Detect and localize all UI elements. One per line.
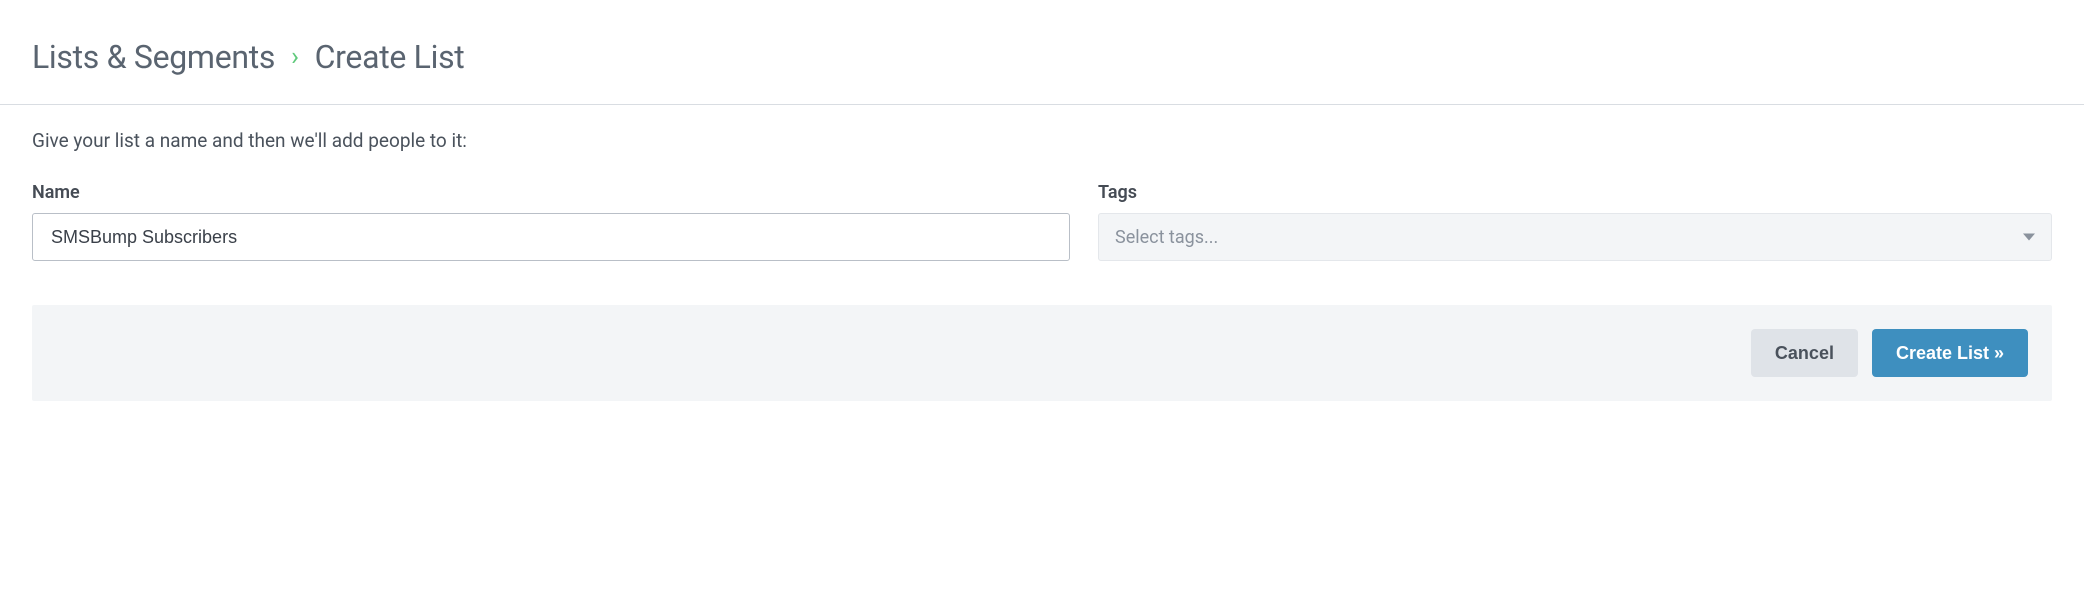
caret-down-icon (2023, 234, 2035, 241)
tags-placeholder: Select tags... (1115, 227, 1218, 248)
breadcrumb-parent-link[interactable]: Lists & Segments (32, 38, 275, 76)
chevron-right-icon: › (291, 44, 299, 70)
name-input[interactable] (32, 213, 1070, 261)
tags-label: Tags (1098, 182, 2052, 203)
breadcrumb-current: Create List (315, 38, 465, 76)
content-area: Give your list a name and then we'll add… (0, 105, 2084, 261)
tags-select[interactable]: Select tags... (1098, 213, 2052, 261)
action-bar: Cancel Create List » (32, 305, 2052, 401)
instruction-text: Give your list a name and then we'll add… (32, 129, 2052, 152)
name-field-group: Name (32, 182, 1070, 261)
tags-field-group: Tags Select tags... (1098, 182, 2052, 261)
breadcrumb: Lists & Segments › Create List (32, 38, 2052, 76)
form-row: Name Tags Select tags... (32, 182, 2052, 261)
create-list-button[interactable]: Create List » (1872, 329, 2028, 377)
cancel-button[interactable]: Cancel (1751, 329, 1858, 377)
page-header: Lists & Segments › Create List (0, 0, 2084, 105)
name-label: Name (32, 182, 1070, 203)
